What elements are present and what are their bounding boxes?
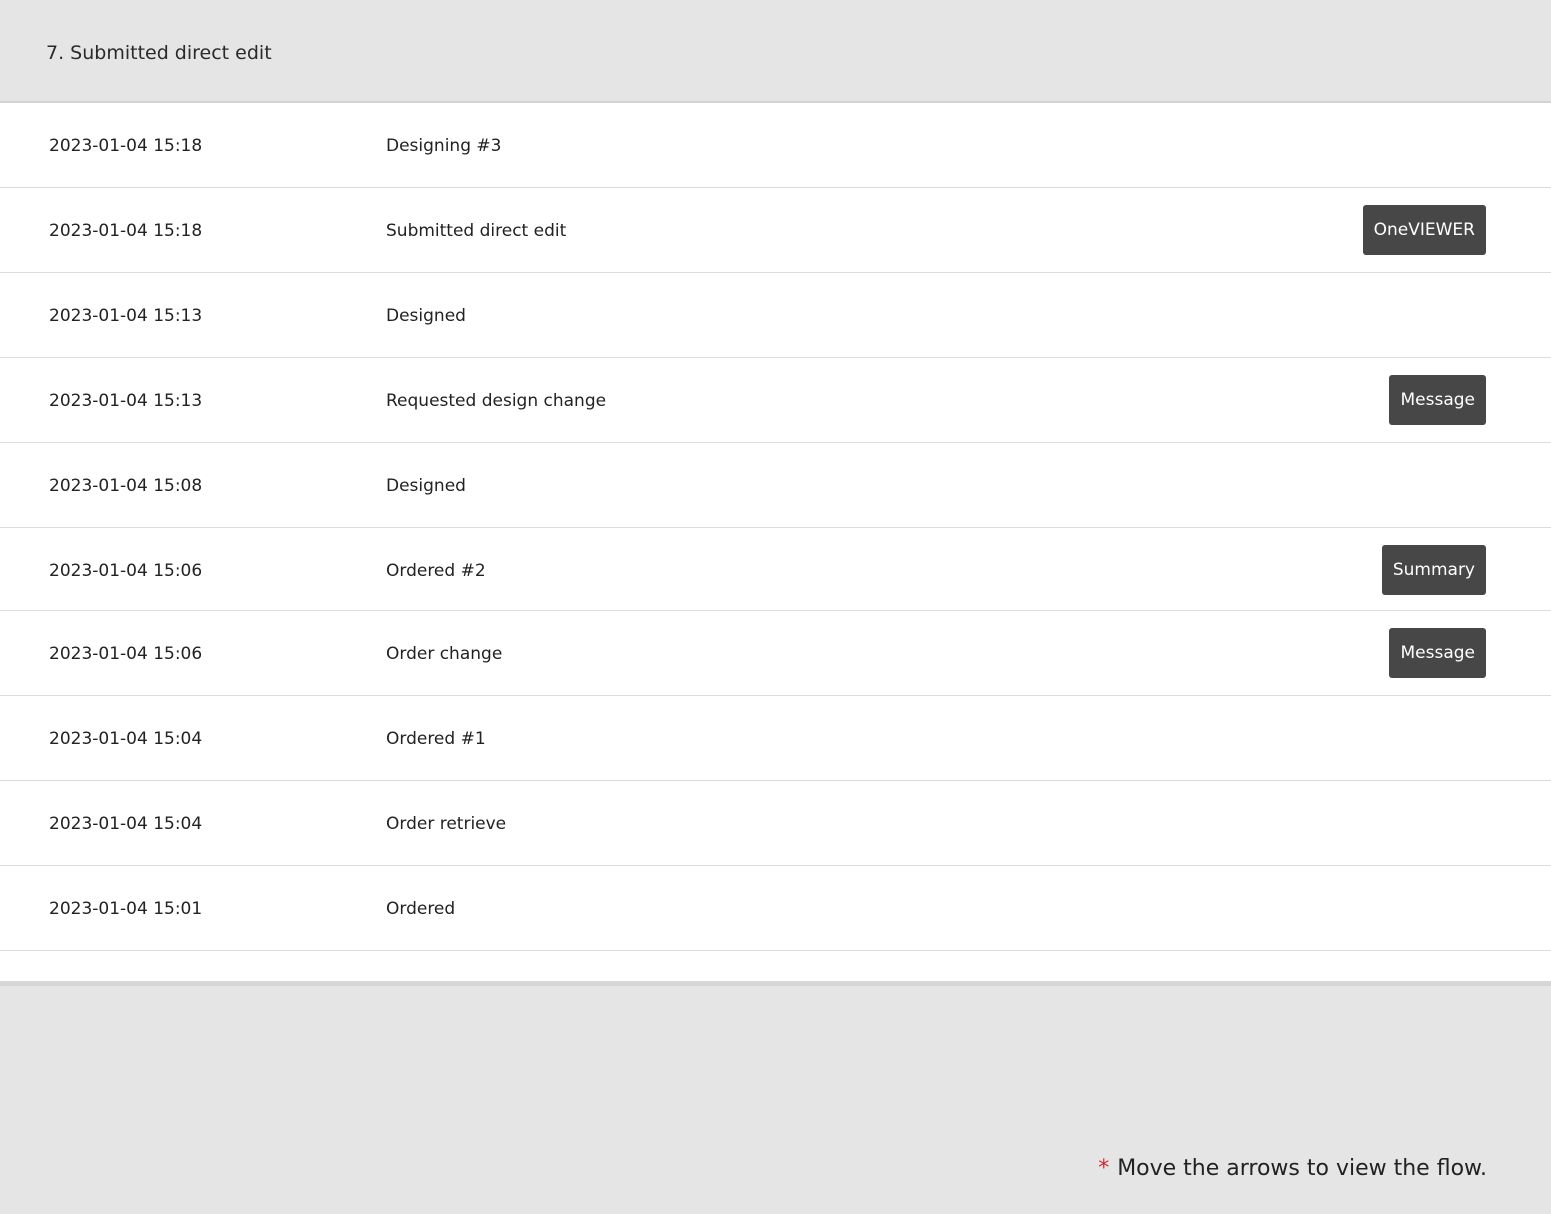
history-row: 2023-01-04 15:08 Designed bbox=[0, 443, 1551, 528]
row-timestamp: 2023-01-04 15:06 bbox=[49, 644, 203, 664]
summary-button[interactable]: Summary bbox=[1381, 545, 1486, 595]
history-row: 2023-01-04 15:04 Ordered #1 bbox=[0, 696, 1551, 781]
message-button[interactable]: Message bbox=[1389, 628, 1486, 678]
required-asterisk: * bbox=[1098, 1156, 1110, 1181]
flow-hint-text: Move the arrows to view the flow. bbox=[1117, 1156, 1487, 1181]
row-event: Requested design change bbox=[386, 391, 607, 411]
row-event: Ordered bbox=[386, 899, 456, 919]
row-timestamp: 2023-01-04 15:06 bbox=[49, 561, 203, 581]
row-event: Designed bbox=[386, 476, 466, 496]
row-timestamp: 2023-01-04 15:18 bbox=[49, 221, 203, 241]
history-row: 2023-01-04 15:01 Ordered bbox=[0, 866, 1551, 951]
row-timestamp: 2023-01-04 15:18 bbox=[49, 136, 203, 156]
page: 7. Submitted direct edit 2023-01-04 15:1… bbox=[0, 0, 1551, 1214]
history-row: 2023-01-04 15:06 Ordered #2 Summary bbox=[0, 528, 1551, 611]
row-timestamp: 2023-01-04 15:13 bbox=[49, 391, 203, 411]
row-timestamp: 2023-01-04 15:04 bbox=[49, 814, 203, 834]
history-row: 2023-01-04 15:13 Designed bbox=[0, 273, 1551, 358]
row-event: Order retrieve bbox=[386, 814, 507, 834]
message-button[interactable]: Message bbox=[1389, 375, 1486, 425]
oneviewer-button[interactable]: OneVIEWER bbox=[1362, 205, 1486, 255]
footer: * Move the arrows to view the flow. bbox=[0, 986, 1551, 1214]
history-row: 2023-01-04 15:04 Order retrieve bbox=[0, 781, 1551, 866]
history-row: 2023-01-04 15:18 Submitted direct edit O… bbox=[0, 188, 1551, 273]
row-timestamp: 2023-01-04 15:04 bbox=[49, 729, 203, 749]
row-event: Designing #3 bbox=[386, 136, 502, 156]
row-event: Designed bbox=[386, 306, 466, 326]
history-row: 2023-01-04 15:13 Requested design change… bbox=[0, 358, 1551, 443]
history-row: 2023-01-04 15:06 Order change Message bbox=[0, 611, 1551, 696]
row-timestamp: 2023-01-04 15:01 bbox=[49, 899, 203, 919]
history-row: 2023-01-04 15:18 Designing #3 bbox=[0, 103, 1551, 188]
header: 7. Submitted direct edit bbox=[0, 0, 1551, 103]
row-event: Ordered #2 bbox=[386, 561, 486, 581]
history-list: 2023-01-04 15:18 Designing #3 2023-01-04… bbox=[0, 103, 1551, 986]
row-timestamp: 2023-01-04 15:08 bbox=[49, 476, 203, 496]
page-title: 7. Submitted direct edit bbox=[46, 42, 272, 64]
row-event: Order change bbox=[386, 644, 503, 664]
flow-hint: * Move the arrows to view the flow. bbox=[1098, 1156, 1487, 1181]
row-event: Ordered #1 bbox=[386, 729, 486, 749]
row-event: Submitted direct edit bbox=[386, 221, 567, 241]
row-timestamp: 2023-01-04 15:13 bbox=[49, 306, 203, 326]
